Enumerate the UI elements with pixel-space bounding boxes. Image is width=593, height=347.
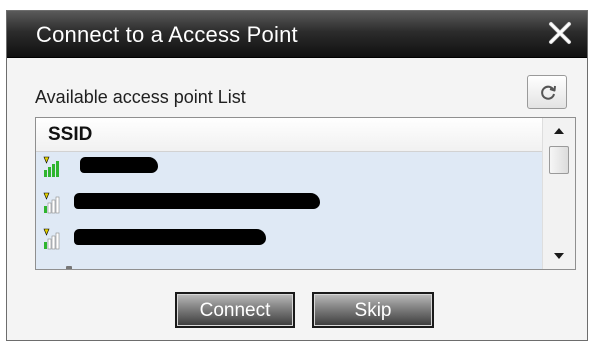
chevron-down-icon bbox=[554, 253, 564, 259]
access-point-row[interactable] bbox=[36, 224, 542, 254]
redacted-ssid bbox=[80, 157, 158, 173]
scroll-thumb[interactable] bbox=[549, 146, 569, 174]
redacted-ssid bbox=[74, 193, 320, 209]
chevron-up-icon bbox=[554, 128, 564, 134]
access-point-list-label: Available access point List bbox=[35, 87, 246, 107]
access-point-rows bbox=[36, 152, 542, 269]
close-icon[interactable] bbox=[547, 21, 573, 45]
redacted-ssid bbox=[74, 229, 266, 245]
refresh-button[interactable] bbox=[527, 75, 567, 109]
title-bar[interactable]: Connect to a Access Point bbox=[7, 11, 587, 58]
partial-signal-icon bbox=[66, 266, 72, 269]
ssid-header-label: SSID bbox=[48, 124, 93, 145]
dialog-title: Connect to a Access Point bbox=[36, 22, 298, 47]
ssid-column-header[interactable]: SSID bbox=[36, 118, 542, 152]
access-point-row[interactable] bbox=[36, 152, 542, 182]
skip-button[interactable]: Skip bbox=[312, 292, 434, 328]
scroll-up-button[interactable] bbox=[543, 118, 575, 144]
access-point-list[interactable]: SSID bbox=[35, 117, 576, 270]
signal-strength-icon bbox=[43, 228, 60, 250]
access-point-row[interactable] bbox=[36, 188, 542, 218]
connect-button[interactable]: Connect bbox=[175, 292, 295, 328]
scroll-down-button[interactable] bbox=[543, 243, 575, 269]
connect-dialog: Connect to a Access Point Available acce… bbox=[6, 10, 588, 341]
refresh-icon bbox=[541, 85, 556, 100]
signal-strength-icon bbox=[43, 156, 59, 177]
list-scrollbar[interactable] bbox=[542, 118, 575, 269]
signal-strength-icon bbox=[43, 192, 60, 214]
